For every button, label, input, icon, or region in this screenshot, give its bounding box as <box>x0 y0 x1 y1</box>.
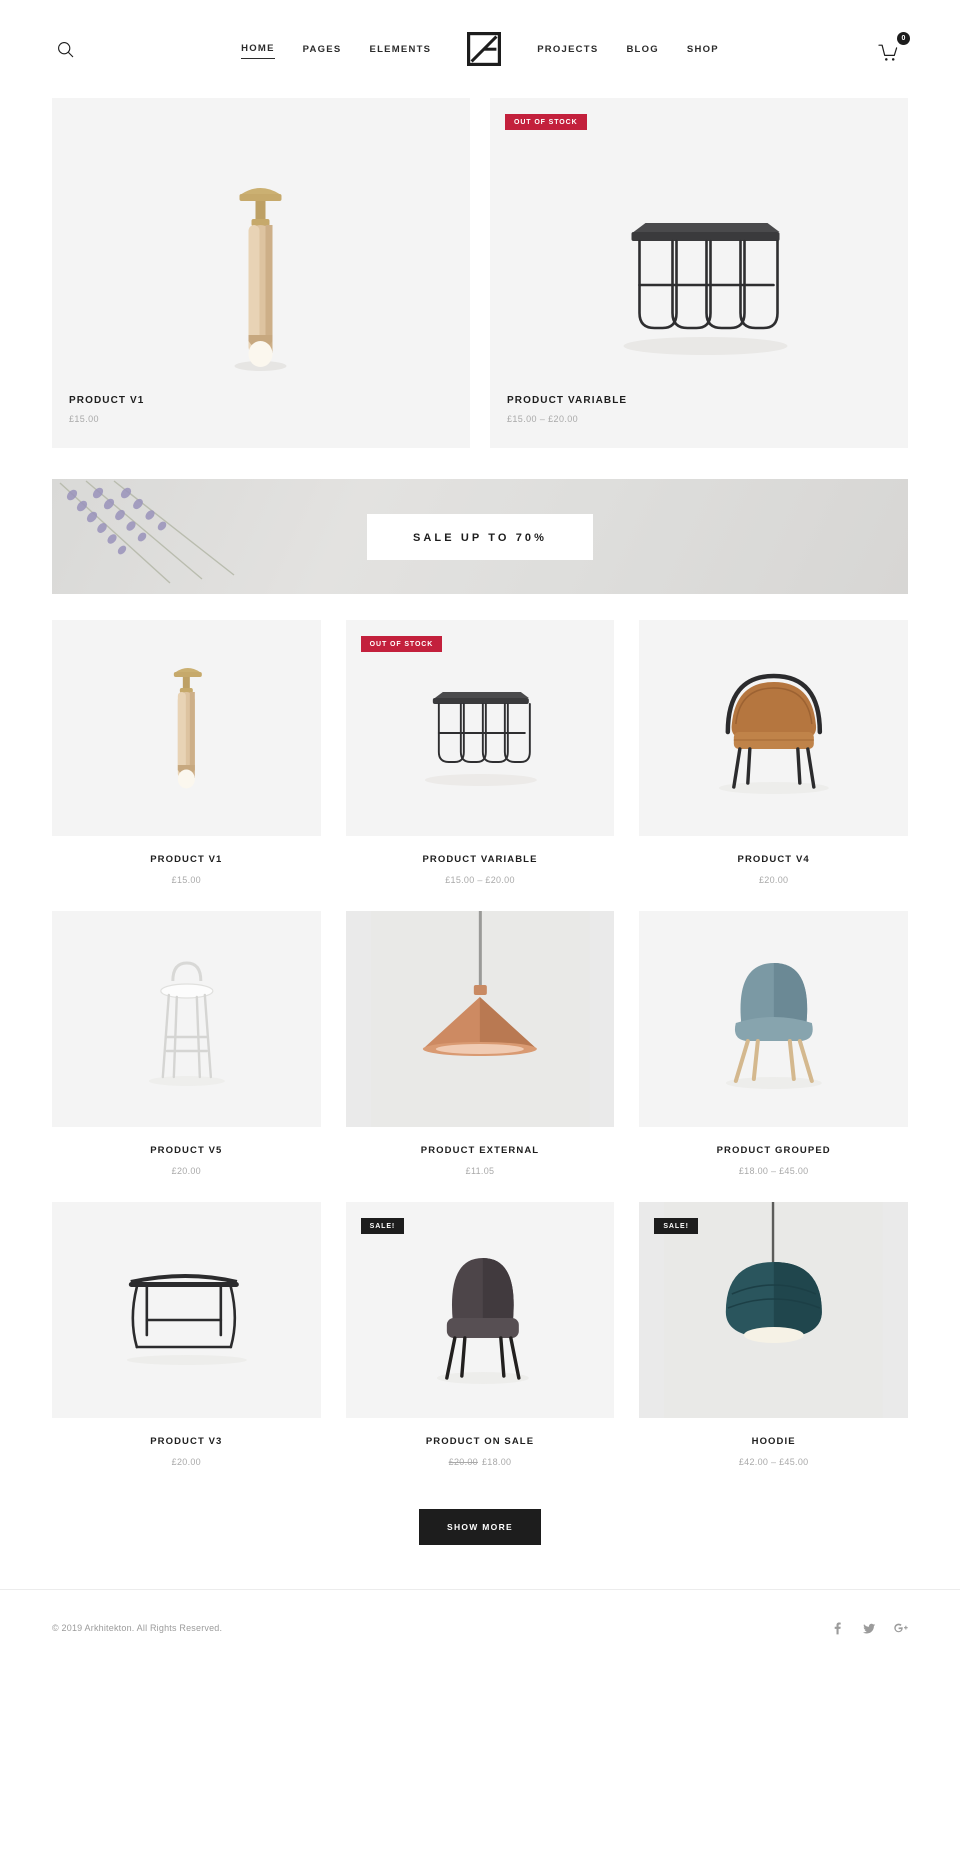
product-info: PRODUCT V5 £20.00 <box>52 1127 321 1176</box>
product-card[interactable]: PRODUCT V5 £20.00 <box>52 911 321 1176</box>
main-navigation: HOME PAGES ELEMENTS PROJECTS BLOG SHOP <box>0 32 960 66</box>
product-price: £20.00 <box>758 875 789 885</box>
product-title: PRODUCT ON SALE <box>425 1436 535 1447</box>
nav-group-left: HOME PAGES ELEMENTS <box>227 39 445 59</box>
product-card[interactable]: PRODUCT V1 £15.00 <box>52 620 321 885</box>
product-image-copper-pendant-lamp <box>345 911 615 1127</box>
arkhitekton-logo[interactable] <box>467 32 502 66</box>
search-icon[interactable] <box>52 36 78 62</box>
nav-item-shop[interactable]: SHOP <box>687 40 719 59</box>
show-more-wrapper: SHOW MORE <box>0 1509 960 1545</box>
twitter-icon[interactable] <box>862 1621 876 1635</box>
product-info: PRODUCT ON SALE £20.00 £18.00 <box>346 1418 615 1467</box>
featured-products: PRODUCT V1 £15.00 OUT OF STOCK PRODUCT V… <box>0 98 960 448</box>
nav-group-right: PROJECTS BLOG SHOP <box>523 40 733 59</box>
product-price: £15.00 – £20.00 <box>445 875 515 885</box>
featured-product-title: PRODUCT VARIABLE <box>507 395 628 406</box>
featured-product-info: PRODUCT VARIABLE £15.00 – £20.00 <box>507 395 627 424</box>
product-image-black-wire-side-table: OUT OF STOCK <box>345 620 615 836</box>
sale-badge: SALE! <box>360 1218 405 1234</box>
featured-product-title: PRODUCT V1 <box>69 395 145 406</box>
product-grid: PRODUCT V1 £15.00 OUT OF STOCK PRODUCT V… <box>0 620 960 1467</box>
product-price: £20.00 <box>171 1457 201 1467</box>
site-header: HOME PAGES ELEMENTS PROJECTS BLOG SHOP 0 <box>0 0 960 98</box>
product-title: PRODUCT V3 <box>150 1436 223 1447</box>
product-image-blue-shell-chair <box>639 911 908 1127</box>
sale-banner-text: SALE UP TO 70% <box>412 531 548 544</box>
sale-banner-plate: SALE UP TO 70% <box>366 513 594 560</box>
product-card[interactable]: PRODUCT V4 £20.00 <box>639 620 908 885</box>
product-title: PRODUCT V4 <box>737 854 810 865</box>
product-info: PRODUCT GROUPED £18.00 – £45.00 <box>639 1127 908 1176</box>
product-card[interactable]: SALE! PRODUCT ON SALE £20.00 £18.00 <box>345 1202 615 1467</box>
product-title: HOODIE <box>751 1436 796 1447</box>
cart-count-badge: 0 <box>897 32 910 45</box>
product-title: PRODUCT GROUPED <box>716 1145 831 1156</box>
featured-product-price: £15.00 <box>69 414 99 424</box>
product-image-teal-dome-pendant-lamp: SALE! <box>639 1202 908 1418</box>
black-wire-side-table-image <box>490 98 908 388</box>
product-card[interactable]: OUT OF STOCK PRODUCT VARIABLE £15.00 – £… <box>345 620 615 885</box>
out-of-stock-badge: OUT OF STOCK <box>360 636 443 652</box>
featured-product-card[interactable]: PRODUCT V1 £15.00 <box>52 98 470 448</box>
facebook-icon[interactable] <box>830 1621 844 1635</box>
product-info: HOODIE £42.00 – £45.00 <box>639 1418 908 1467</box>
featured-product-card[interactable]: OUT OF STOCK PRODUCT VARIABLE £15.00 – £… <box>490 98 908 448</box>
product-card[interactable]: PRODUCT GROUPED £18.00 – £45.00 <box>639 911 908 1176</box>
sale-banner[interactable]: SALE UP TO 70% <box>52 479 908 594</box>
shop-page: HOME PAGES ELEMENTS PROJECTS BLOG SHOP 0… <box>0 0 960 1666</box>
wood-ceiling-lamp-image <box>52 98 470 388</box>
product-title: PRODUCT V1 <box>150 854 223 865</box>
product-price: £18.00 – £45.00 <box>738 1166 809 1176</box>
product-price: £20.00 £18.00 <box>346 1457 615 1467</box>
nav-item-blog[interactable]: BLOG <box>626 40 658 59</box>
nav-item-home[interactable]: HOME <box>241 39 275 59</box>
copyright-text: © 2019 Arkhitekton. All Rights Reserved. <box>52 1623 223 1633</box>
nav-item-pages[interactable]: PAGES <box>303 40 342 59</box>
product-image-grey-dining-chair: SALE! <box>345 1202 615 1418</box>
product-old-price: £20.00 <box>448 1457 478 1467</box>
nav-item-elements[interactable]: ELEMENTS <box>369 40 431 59</box>
product-image-wood-ceiling-lamp <box>52 620 321 836</box>
google-plus-icon[interactable] <box>894 1621 908 1635</box>
product-info: PRODUCT V4 £20.00 <box>639 836 908 885</box>
product-card[interactable]: PRODUCT V3 £20.00 <box>52 1202 321 1467</box>
out-of-stock-badge: OUT OF STOCK <box>505 114 587 130</box>
product-sale-price: £18.00 <box>481 1457 512 1467</box>
product-title: PRODUCT V5 <box>150 1145 223 1156</box>
sale-badge: SALE! <box>654 1218 698 1234</box>
site-footer: © 2019 Arkhitekton. All Rights Reserved. <box>0 1589 960 1666</box>
product-info: PRODUCT V3 £20.00 <box>52 1418 321 1467</box>
product-card[interactable]: SALE! HOODIE £42.00 – £45.00 <box>639 1202 908 1467</box>
social-links <box>830 1621 908 1635</box>
product-price: £11.05 <box>465 1166 495 1176</box>
product-price: £20.00 <box>171 1166 201 1176</box>
featured-product-info: PRODUCT V1 £15.00 <box>69 395 144 424</box>
product-card[interactable]: PRODUCT EXTERNAL £11.05 <box>345 911 615 1176</box>
nav-item-projects[interactable]: PROJECTS <box>537 40 598 59</box>
product-image-tan-leather-armchair <box>639 620 908 836</box>
product-price: £15.00 <box>171 875 201 885</box>
product-image-white-bar-stool <box>52 911 321 1127</box>
product-info: PRODUCT VARIABLE £15.00 – £20.00 <box>346 836 615 885</box>
product-title: PRODUCT VARIABLE <box>422 854 538 865</box>
product-info: PRODUCT EXTERNAL £11.05 <box>346 1127 615 1176</box>
featured-product-price: £15.00 – £20.00 <box>507 414 579 424</box>
product-price: £42.00 – £45.00 <box>738 1457 809 1467</box>
product-title: PRODUCT EXTERNAL <box>420 1145 540 1156</box>
cart-button[interactable]: 0 <box>878 32 910 63</box>
product-image-black-coffee-table <box>52 1202 321 1418</box>
product-info: PRODUCT V1 £15.00 <box>52 836 321 885</box>
lavender-sprigs-image <box>59 480 235 584</box>
show-more-button[interactable]: SHOW MORE <box>418 1509 541 1545</box>
